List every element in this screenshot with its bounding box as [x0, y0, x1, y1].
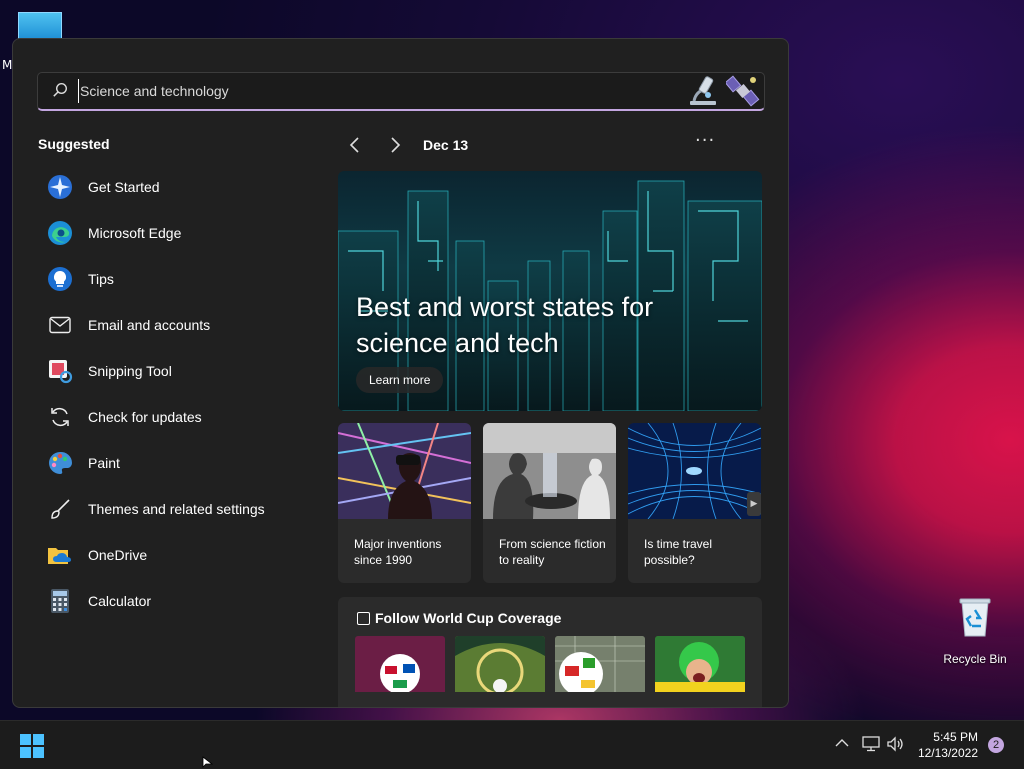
follow-icon: [357, 612, 370, 625]
recycle-bin[interactable]: Recycle Bin: [940, 596, 1010, 667]
taskbar: 5:45 PM 12/13/2022 2: [0, 720, 1024, 769]
hero-headline: Best and worst states for science and te…: [356, 292, 654, 358]
edge-icon: [46, 219, 74, 247]
suggested-item-email-and-accounts[interactable]: Email and accounts: [38, 302, 308, 348]
chevron-up-icon[interactable]: [835, 736, 849, 750]
system-clock[interactable]: 5:45 PM 12/13/2022: [912, 729, 978, 761]
world-cup-thumbnail[interactable]: [355, 636, 445, 692]
suggested-item-themes[interactable]: Themes and related settings: [38, 486, 308, 532]
suggested-heading: Suggested: [38, 136, 110, 152]
suggested-item-label: Snipping Tool: [88, 363, 172, 379]
learn-more-button[interactable]: Learn more: [356, 367, 444, 393]
suggested-item-snipping-tool[interactable]: Snipping Tool: [38, 348, 308, 394]
suggested-item-label: Paint: [88, 455, 120, 471]
suggested-item-calculator[interactable]: Calculator: [38, 578, 308, 624]
suggested-item-paint[interactable]: Paint: [38, 440, 308, 486]
calculator-icon: [46, 587, 74, 615]
suggested-item-label: Calculator: [88, 593, 152, 609]
article-image: [628, 423, 761, 520]
volume-icon[interactable]: [886, 736, 904, 752]
mail-icon: [46, 311, 74, 339]
suggested-item-get-started[interactable]: Get Started: [38, 164, 308, 210]
paint-palette-icon: [46, 449, 74, 477]
search-box[interactable]: [37, 72, 765, 111]
suggested-item-label: Email and accounts: [88, 317, 211, 333]
article-card[interactable]: Major inventions since 1990: [338, 423, 471, 583]
mouse-cursor-icon: [202, 756, 214, 768]
brush-icon: [46, 495, 74, 523]
world-cup-title: Follow World Cup Coverage: [375, 610, 562, 626]
world-cup-thumbnail[interactable]: [555, 636, 645, 692]
suggested-item-label: Get Started: [88, 179, 160, 195]
recycle-bin-label: Recycle Bin: [943, 652, 1007, 666]
more-options-button[interactable]: ···: [695, 130, 715, 151]
microscope-icon: [690, 76, 716, 105]
hero-article-card[interactable]: Best and worst states for science and te…: [338, 171, 762, 411]
desktop-shortcut-label: M: [2, 58, 13, 72]
world-cup-thumbnail[interactable]: [655, 636, 745, 692]
suggested-item-microsoft-edge[interactable]: Microsoft Edge: [38, 210, 308, 256]
world-cup-thumbnail[interactable]: [455, 636, 545, 692]
article-caption: Is time travel possible?: [644, 537, 713, 567]
suggested-list: Get Started Microsoft Edge Tips Email an…: [38, 164, 308, 624]
article-image: [483, 423, 616, 519]
suggested-item-label: Check for updates: [88, 409, 202, 425]
suggested-item-label: Themes and related settings: [88, 501, 265, 517]
tips-lightbulb-icon: [46, 265, 74, 293]
article-cards: Major inventions since 1990 From science…: [338, 423, 762, 583]
notification-badge[interactable]: 2: [988, 737, 1004, 753]
chevron-left-icon[interactable]: [349, 136, 361, 154]
snipping-tool-icon: [46, 357, 74, 385]
article-caption: From science fiction to reality: [499, 537, 606, 567]
world-cup-card[interactable]: Follow World Cup Coverage: [338, 597, 762, 707]
get-started-icon: [46, 173, 74, 201]
satellite-icon: [726, 75, 760, 107]
article-card[interactable]: From science fiction to reality: [483, 423, 616, 583]
suggested-item-onedrive[interactable]: OneDrive: [38, 532, 308, 578]
network-icon[interactable]: [862, 736, 880, 752]
refresh-icon: [46, 403, 74, 431]
suggested-item-check-for-updates[interactable]: Check for updates: [38, 394, 308, 440]
cards-scroll-right-button[interactable]: ▶: [747, 492, 761, 516]
clock-date: 12/13/2022: [917, 746, 978, 760]
chevron-right-icon[interactable]: [389, 136, 401, 154]
search-icon: [53, 82, 68, 97]
clock-time: 5:45 PM: [933, 730, 978, 744]
suggested-item-label: Tips: [88, 271, 114, 287]
recycle-bin-icon: [959, 598, 991, 637]
start-menu: Suggested Get Started Microsoft Edge: [12, 38, 789, 708]
windows-start-icon[interactable]: [20, 734, 44, 758]
suggested-item-tips[interactable]: Tips: [38, 256, 308, 302]
search-input[interactable]: [78, 79, 640, 103]
onedrive-folder-icon: [46, 541, 74, 569]
suggested-item-label: OneDrive: [88, 547, 148, 563]
article-caption: Major inventions since 1990: [354, 537, 442, 567]
suggested-item-label: Microsoft Edge: [88, 225, 182, 241]
chevron-right-icon: ▶: [750, 499, 758, 509]
feed-date: Dec 13: [423, 137, 469, 153]
article-image: [338, 423, 471, 520]
article-card[interactable]: Is time travel possible?: [628, 423, 761, 583]
feed-nav: Dec 13 ···: [343, 130, 723, 158]
